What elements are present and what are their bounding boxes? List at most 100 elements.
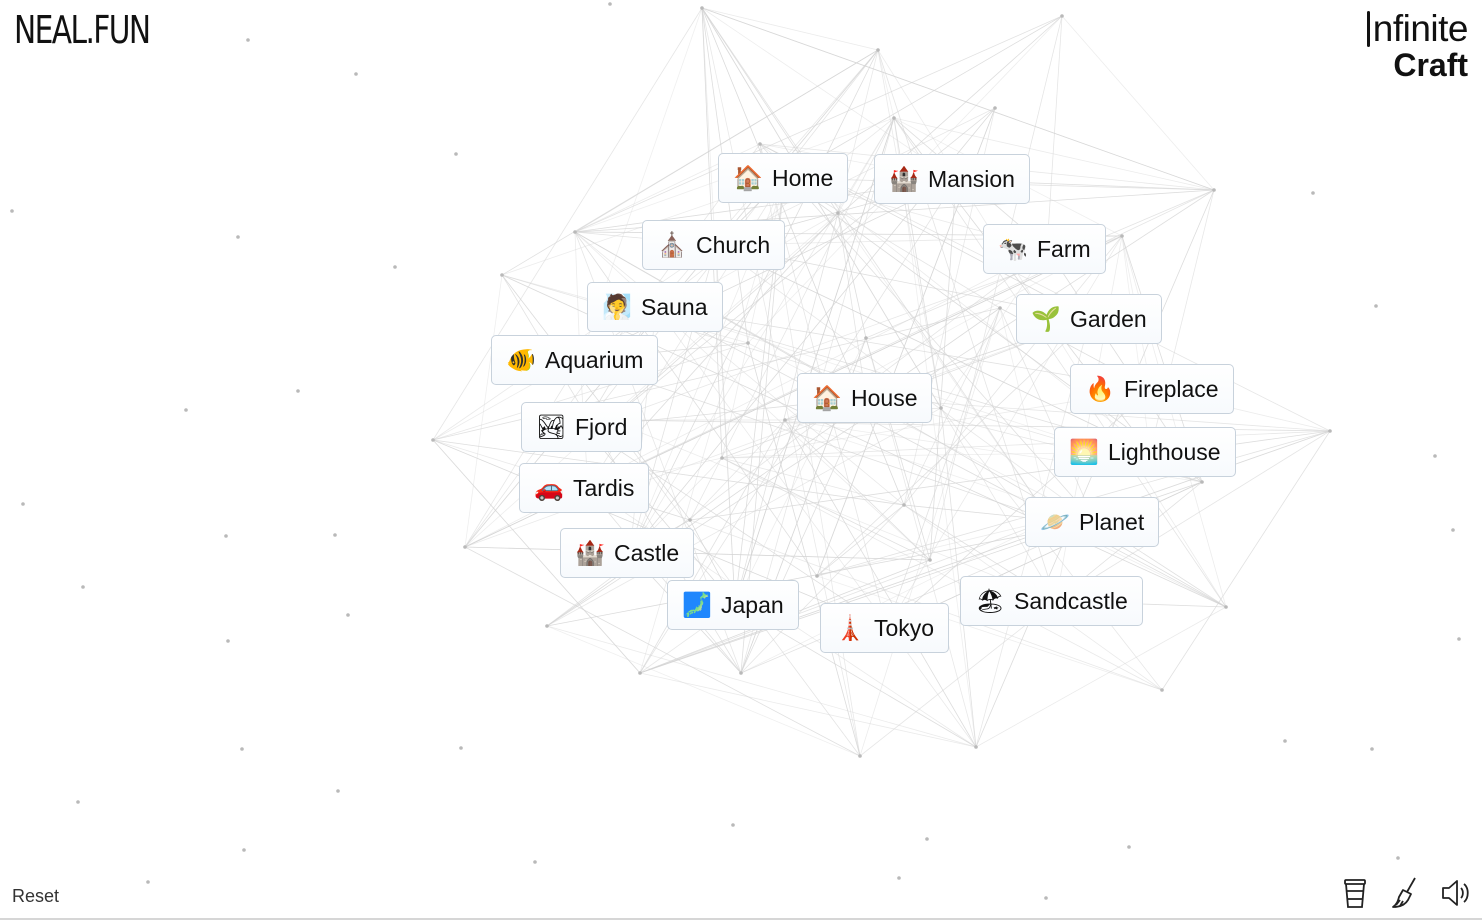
house-icon: 🏠	[812, 384, 842, 412]
network-node	[1212, 188, 1216, 192]
network-node	[1044, 896, 1048, 900]
network-node	[1120, 234, 1124, 238]
network-edge	[464, 359, 581, 548]
network-node	[1311, 191, 1315, 195]
network-node	[336, 789, 340, 793]
network-node	[1224, 605, 1228, 609]
item-label: Sauna	[641, 293, 708, 320]
item-label: Fireplace	[1124, 375, 1219, 402]
network-node	[1127, 845, 1131, 849]
network-node	[184, 408, 188, 412]
ringed-planet-icon: 🪐	[1040, 508, 1070, 536]
network-node	[431, 438, 435, 442]
item-church[interactable]: ⛪ Church	[642, 220, 786, 270]
network-edge	[1121, 235, 1227, 608]
network-node	[858, 754, 862, 758]
network-node	[1283, 739, 1287, 743]
broom-icon[interactable]	[1390, 876, 1420, 910]
person-in-steamy-room-icon: 🧖	[602, 293, 632, 321]
network-node	[240, 747, 244, 751]
network-edge	[929, 179, 957, 561]
item-label: Farm	[1037, 235, 1091, 262]
network-node	[739, 671, 743, 675]
item-label: Church	[696, 231, 771, 258]
item-lighthouse[interactable]: 🌅 Lighthouse	[1054, 427, 1236, 477]
reset-button[interactable]: Reset	[12, 886, 59, 907]
network-node	[76, 800, 80, 804]
network-node	[1370, 747, 1374, 751]
item-sauna[interactable]: 🧖 Sauna	[587, 282, 723, 332]
network-node	[459, 746, 463, 750]
network-node	[1160, 688, 1164, 692]
item-fireplace[interactable]: 🔥 Fireplace	[1070, 364, 1234, 414]
map-of-japan-icon: 🗾	[682, 591, 712, 619]
network-edge	[701, 7, 879, 51]
coffee-cup-icon[interactable]	[1340, 876, 1370, 910]
network-node	[836, 211, 840, 215]
network-node	[925, 837, 929, 841]
background-network	[10, 2, 1461, 900]
network-edge	[975, 606, 1227, 748]
network-node	[81, 585, 85, 589]
item-home[interactable]: 🏠 Home	[718, 153, 849, 203]
sunrise-icon: 🌅	[1069, 438, 1099, 466]
item-tokyo[interactable]: 🗼 Tokyo	[820, 603, 950, 653]
item-farm[interactable]: 🐄 Farm	[983, 224, 1106, 274]
logo-line-infinite: nfinite	[1366, 8, 1469, 49]
network-node	[1200, 480, 1204, 484]
network-edge	[877, 49, 942, 409]
item-mansion[interactable]: 🏰 Mansion	[874, 154, 1030, 204]
item-fjord[interactable]: 🏞 Fjord	[521, 402, 643, 452]
network-node	[783, 418, 787, 422]
item-label: Castle	[614, 539, 680, 566]
network-node	[1060, 14, 1064, 18]
network-node	[1374, 304, 1378, 308]
item-label: Sandcastle	[1014, 587, 1128, 614]
network-node	[720, 456, 724, 460]
network-edge	[747, 342, 1096, 523]
item-garden[interactable]: 🌱 Garden	[1016, 294, 1162, 344]
logo-infinite-text: nfinite	[1372, 8, 1469, 49]
network-node	[454, 152, 458, 156]
network-node	[354, 72, 358, 76]
network-node	[246, 38, 250, 42]
item-sandcastle[interactable]: 🏖 Sandcastle	[960, 576, 1143, 626]
item-label: Planet	[1079, 508, 1145, 535]
item-castle[interactable]: 🏰 Castle	[560, 528, 695, 578]
neal-fun-logo[interactable]: NEAL.FUN	[14, 8, 151, 52]
item-house[interactable]: 🏠 House	[797, 373, 933, 423]
network-node	[688, 518, 692, 522]
network-node	[1328, 429, 1332, 433]
item-label: Mansion	[928, 165, 1015, 192]
item-aquarium[interactable]: 🐠 Aquarium	[491, 335, 659, 385]
network-node	[700, 6, 704, 10]
toolbar	[1340, 876, 1470, 910]
network-edge	[639, 672, 977, 748]
item-planet[interactable]: 🪐 Planet	[1025, 497, 1160, 547]
mountain-icon: 🏞	[536, 413, 567, 441]
speaker-icon[interactable]	[1440, 876, 1470, 910]
network-node	[346, 613, 350, 617]
network-edge	[464, 274, 503, 548]
item-label: House	[851, 384, 918, 411]
network-edge	[1121, 235, 1151, 453]
network-node	[1451, 528, 1455, 532]
network-node	[21, 502, 25, 506]
cow-icon: 🐄	[998, 235, 1028, 263]
network-node	[10, 209, 14, 213]
network-node	[928, 558, 932, 562]
tokyo-tower-icon: 🗼	[835, 614, 865, 642]
network-node	[545, 624, 549, 628]
network-node	[993, 106, 997, 110]
item-label: Lighthouse	[1108, 438, 1221, 465]
item-japan[interactable]: 🗾 Japan	[667, 580, 799, 630]
item-tardis[interactable]: 🚗 Tardis	[519, 463, 650, 513]
network-node	[463, 545, 467, 549]
network-node	[1396, 856, 1400, 860]
tropical-fish-icon: 🐠	[506, 346, 536, 374]
network-node	[939, 406, 943, 410]
network-node	[815, 574, 819, 578]
network-node	[236, 235, 240, 239]
network-node	[296, 389, 300, 393]
network-node	[758, 142, 762, 146]
